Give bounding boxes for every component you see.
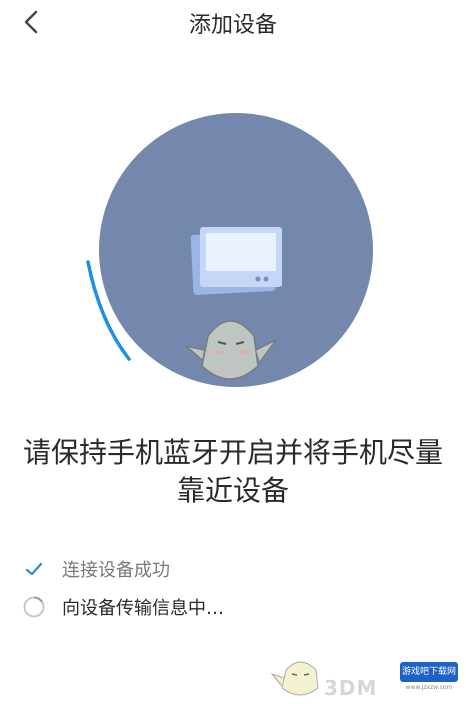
bluetooth-connect-illustration <box>80 110 380 410</box>
status-item-transferring: 向设备传输信息中… <box>22 594 224 620</box>
check-icon <box>25 562 43 576</box>
instruction-line-2: 靠近设备 <box>176 474 289 507</box>
watermark-mascot-icon <box>270 661 319 696</box>
watermark-3dm: 3DM <box>324 676 378 700</box>
instruction-text: 请保持手机蓝牙开启并将手机尽量 靠近设备 <box>10 434 456 510</box>
mascot-watermark-icon <box>185 320 277 380</box>
page-title: 添加设备 <box>188 13 277 38</box>
status-label: 向设备传输信息中… <box>62 598 224 619</box>
device-icon <box>190 227 282 295</box>
watermark-badge-text: 游戏吧下载网 <box>400 662 458 682</box>
top-bar: 添加设备 <box>0 0 466 44</box>
status-item-connected: 连接设备成功 <box>22 556 170 582</box>
watermark-badge: 游戏吧下载网 www.jzxzw.com <box>400 662 458 696</box>
status-label: 连接设备成功 <box>62 560 170 581</box>
loading-circle-icon <box>23 596 45 618</box>
instruction-line-1: 请保持手机蓝牙开启并将手机尽量 <box>22 436 443 469</box>
watermark-badge-url: www.jzxzw.com <box>405 684 453 691</box>
